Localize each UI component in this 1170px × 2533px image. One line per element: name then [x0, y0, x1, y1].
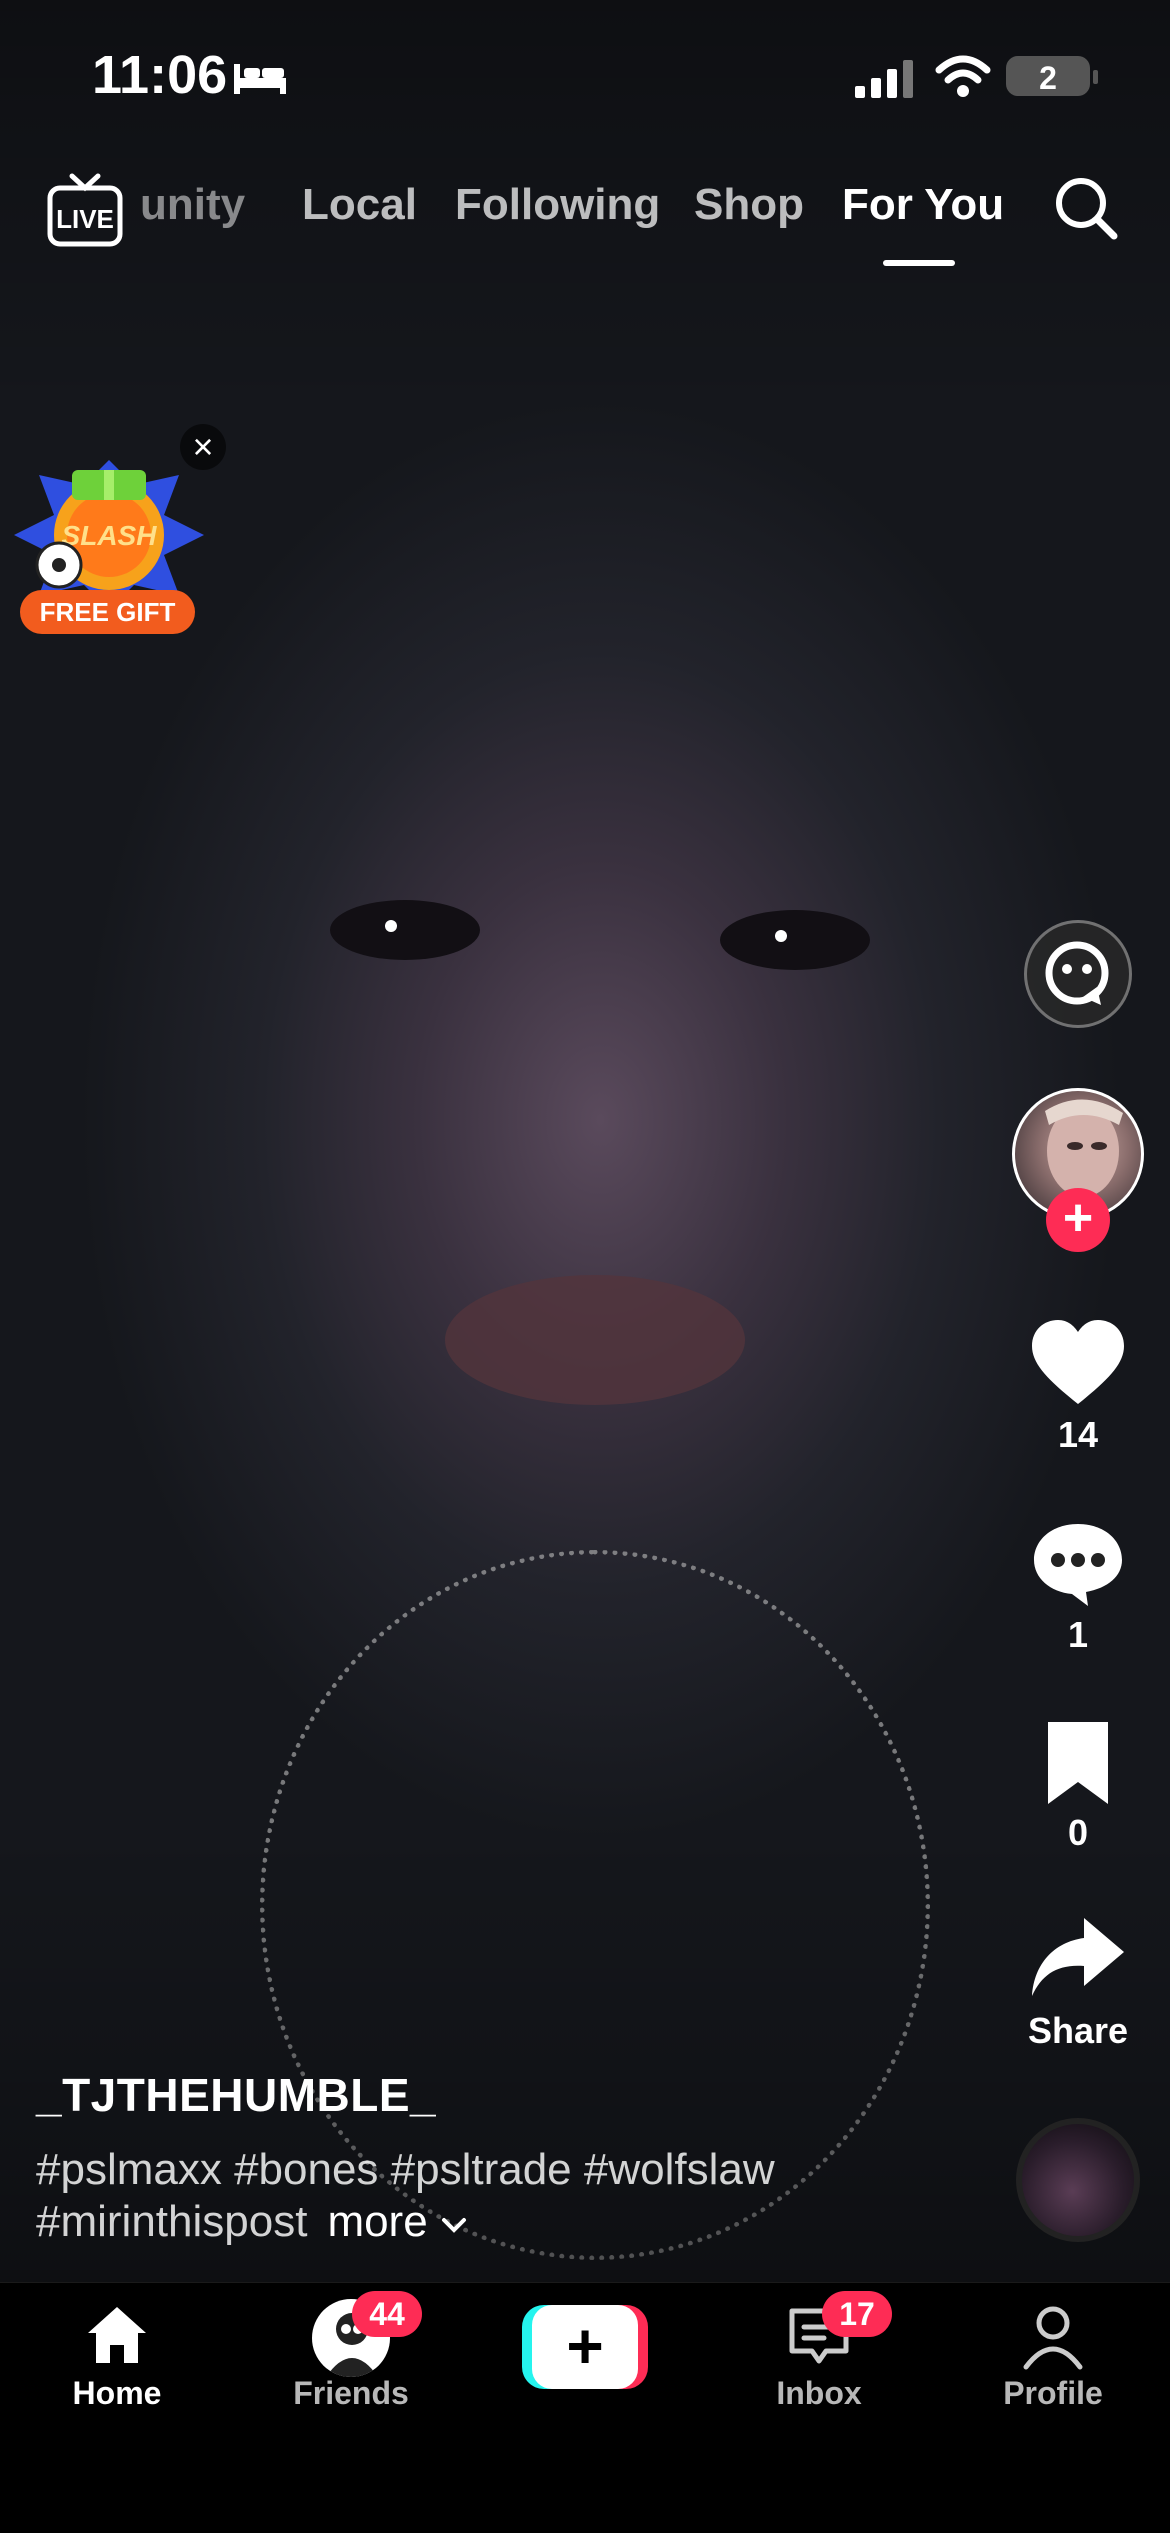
nav-friends-label: Friends: [293, 2375, 409, 2411]
video-player[interactable]: [0, 0, 1170, 2282]
nav-profile[interactable]: Profile: [936, 2283, 1170, 2443]
nav-home[interactable]: Home: [0, 2283, 234, 2443]
promo-title: SLASH: [62, 520, 158, 551]
caption-more-toggle[interactable]: more: [327, 2197, 467, 2246]
inbox-badge: 17: [822, 2291, 892, 2337]
tab-shop[interactable]: Shop: [694, 180, 804, 230]
nav-inbox-label: Inbox: [776, 2375, 862, 2411]
battery-indicator: 2: [1006, 56, 1090, 96]
heart-icon[interactable]: [1028, 1318, 1128, 1408]
comment-count: 1: [1067, 1614, 1089, 1655]
friends-badge: 44: [352, 2291, 422, 2337]
nav-inbox[interactable]: 17 Inbox: [702, 2283, 936, 2443]
battery-level: 2: [1039, 60, 1057, 96]
search-icon[interactable]: [1050, 172, 1122, 244]
bottom-nav: Home 44 Friends + 17 Inbox Profile: [0, 2282, 1170, 2533]
nav-home-label: Home: [72, 2375, 162, 2411]
profile-icon: [1023, 2306, 1083, 2370]
tab-for-you[interactable]: For You: [842, 180, 1004, 230]
comment-icon[interactable]: [1028, 1518, 1128, 1608]
video-overlay: [0, 0, 1170, 2282]
bookmark-count: 0: [1067, 1812, 1089, 1853]
bed-icon: [234, 64, 286, 94]
chat-bot-icon: [1045, 941, 1109, 1005]
nav-friends[interactable]: 44 Friends: [234, 2283, 468, 2443]
plus-icon: +: [532, 2305, 638, 2389]
promo-label: FREE GIFT: [20, 590, 195, 634]
active-tab-indicator: [883, 260, 955, 266]
tab-following[interactable]: Following: [455, 180, 660, 230]
share-icon[interactable]: [1028, 1914, 1128, 2004]
top-nav: LIVE unity Local Following Shop For You: [0, 160, 1170, 270]
signal-icon: [855, 60, 913, 98]
create-button[interactable]: +: [522, 2305, 648, 2389]
ai-assistant-button[interactable]: [1024, 920, 1132, 1028]
tab-community[interactable]: unity: [140, 180, 245, 230]
creator-username[interactable]: _TJTHEHUMBLE_: [36, 2068, 436, 2122]
music-disc[interactable]: [1016, 2118, 1140, 2242]
status-bar: 11:06 2: [0, 0, 1170, 150]
bookmark-icon[interactable]: [1028, 1718, 1128, 1808]
clock: 11:06: [92, 45, 228, 105]
live-label: LIVE: [56, 204, 114, 234]
follow-button[interactable]: +: [1046, 1188, 1110, 1252]
more-label: more: [327, 2197, 428, 2246]
post-caption: #pslmaxx #bones #psltrade #wolfslaw #mir…: [36, 2144, 916, 2248]
battery-tip: [1093, 70, 1098, 84]
like-count: 14: [1057, 1414, 1099, 1455]
live-icon[interactable]: LIVE: [46, 172, 124, 248]
chevron-down-icon: [441, 2218, 466, 2233]
tab-local[interactable]: Local: [302, 180, 417, 230]
nav-profile-label: Profile: [1003, 2375, 1103, 2411]
home-icon: [88, 2307, 146, 2363]
wifi-icon: [935, 55, 991, 97]
close-icon[interactable]: ×: [180, 424, 226, 470]
share-label: Share: [1027, 2010, 1129, 2051]
